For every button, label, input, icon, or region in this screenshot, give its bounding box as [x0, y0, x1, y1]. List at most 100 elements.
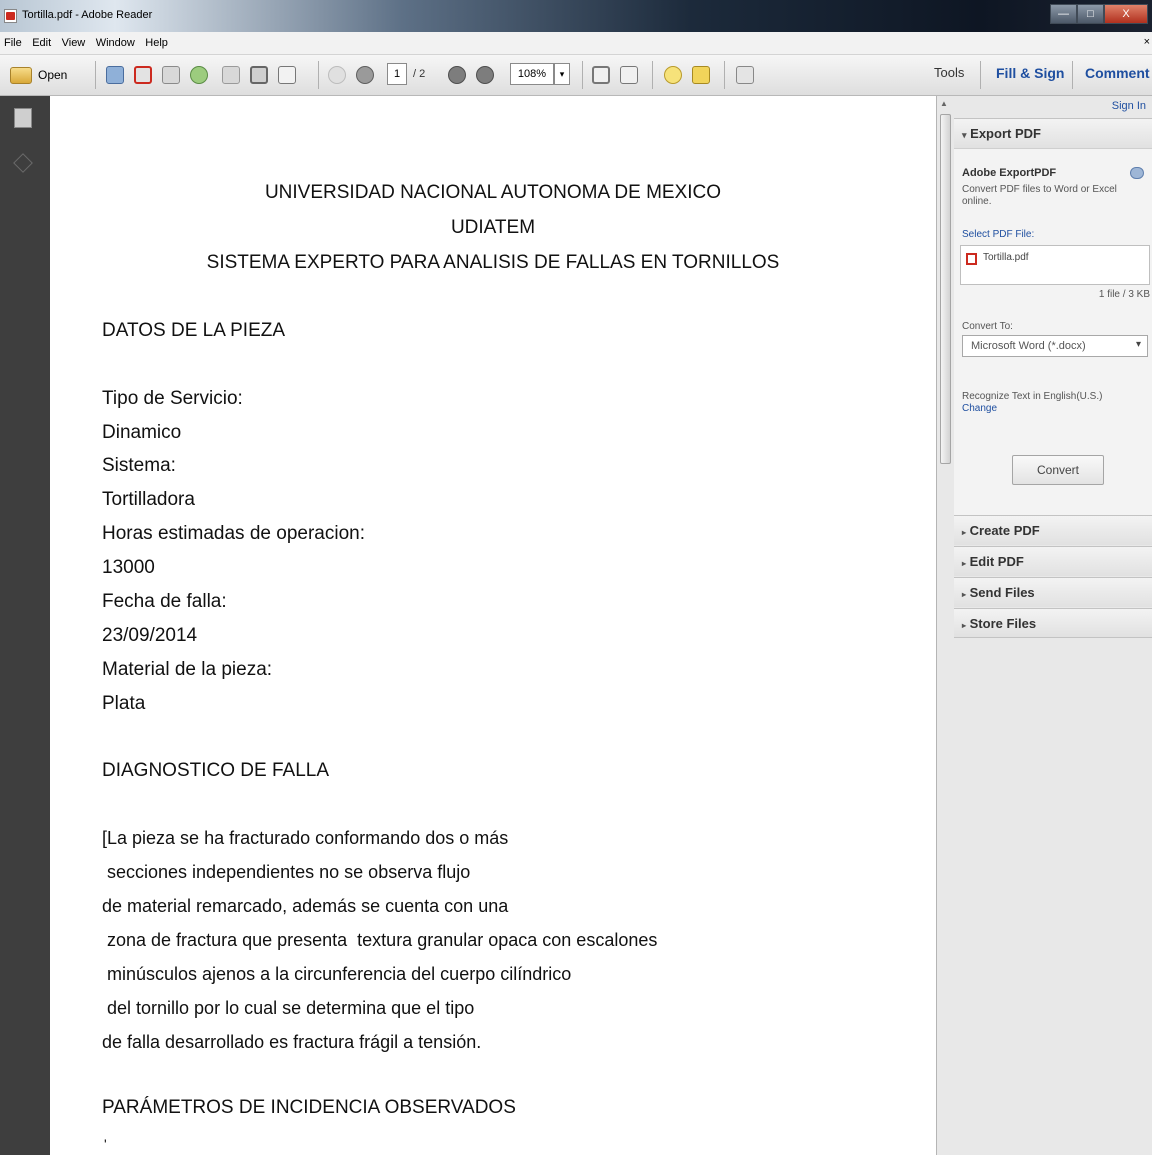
window-title: Tortilla.pdf - Adobe Reader	[22, 9, 153, 21]
save-icon	[222, 66, 240, 84]
minimize-button[interactable]: —	[1050, 4, 1077, 24]
folder-icon	[10, 66, 32, 84]
envelope-icon	[278, 66, 296, 84]
page-number-input[interactable]: 1	[387, 63, 407, 85]
maximize-button[interactable]: □	[1077, 4, 1104, 24]
attachment-icon[interactable]	[13, 153, 33, 173]
field-value: Plata	[102, 693, 146, 714]
toolbar-separator	[318, 61, 319, 89]
zoom-out-button[interactable]	[448, 64, 466, 86]
fit-width-button[interactable]	[620, 64, 638, 86]
field-label: Material de la pieza:	[102, 659, 273, 680]
fill-sign-tab[interactable]: Fill & Sign	[996, 65, 1064, 81]
printer-icon	[250, 66, 268, 84]
fit-page-button[interactable]	[592, 64, 610, 86]
toolbar-separator	[652, 61, 653, 89]
info-icon[interactable]	[1130, 167, 1144, 179]
next-page-button[interactable]	[356, 64, 374, 86]
toolbar-separator	[95, 61, 96, 89]
pdf-file-icon	[134, 66, 152, 84]
acrobat-pdf-button[interactable]	[134, 64, 152, 86]
menu-file[interactable]: File	[1, 32, 25, 49]
highlight-button[interactable]	[692, 64, 710, 86]
trailing-mark: '	[104, 1136, 107, 1152]
store-files-section[interactable]: ▸ Store Files	[954, 608, 1152, 638]
field-label: Tipo de Servicio:	[102, 388, 243, 409]
toolbar: Open 1 / 2 108% ▾ Tools Fill & Sign Comm…	[0, 55, 1152, 96]
save-button[interactable]	[222, 64, 240, 86]
create-pdf-icon	[106, 66, 124, 84]
share-icon	[190, 66, 208, 84]
export-description: Convert PDF files to Word or Excel onlin…	[962, 184, 1117, 207]
open-label: Open	[38, 68, 68, 82]
zoom-input[interactable]: 108%	[510, 63, 554, 85]
share-button[interactable]	[190, 64, 208, 86]
collapsed-triangle-icon: ▸	[962, 528, 967, 537]
convert-button[interactable]: Convert	[1012, 455, 1104, 485]
window-controls: — □ X	[1050, 4, 1148, 24]
zoom-dropdown-button[interactable]: ▾	[554, 63, 570, 85]
edit-doc-button[interactable]	[162, 64, 180, 86]
export-pdf-section-header[interactable]: ▾ Export PDF	[954, 118, 1152, 148]
field-value: 13000	[102, 557, 155, 578]
convert-format-value: Microsoft Word (*.docx)	[971, 340, 1086, 352]
email-button[interactable]	[278, 64, 296, 86]
section-title-diagnosis: DIAGNOSTICO DE FALLA	[102, 760, 329, 781]
selected-file-name: Tortilla.pdf	[983, 252, 1029, 263]
field-label: Horas estimadas de operacion:	[102, 523, 365, 544]
edit-pdf-title: Edit PDF	[969, 554, 1024, 569]
scroll-up-arrow-icon[interactable]: ▲	[940, 99, 948, 108]
toolbar-separator	[582, 61, 583, 89]
close-button[interactable]: X	[1104, 4, 1148, 24]
full-screen-button[interactable]	[736, 64, 754, 86]
diagnosis-line: del tornillo por lo cual se determina qu…	[102, 998, 475, 1018]
sticky-note-button[interactable]	[664, 64, 682, 86]
open-button[interactable]: Open	[10, 64, 67, 86]
page-thumbnails-icon[interactable]	[14, 108, 32, 128]
export-pdf-body: Adobe ExportPDF Convert PDF files to Wor…	[954, 148, 1152, 515]
edit-pdf-section[interactable]: ▸ Edit PDF	[954, 546, 1152, 576]
diagnosis-line: minúsculos ajenos a la circunferencia de…	[102, 964, 572, 984]
menu-edit[interactable]: Edit	[29, 32, 54, 49]
header-university: UNIVERSIDAD NACIONAL AUTONOMA DE MEXICO	[264, 182, 722, 203]
recognize-text-label: Recognize Text in English(U.S.)	[962, 391, 1103, 402]
chevron-down-icon: ▾	[1135, 339, 1141, 350]
convert-format-select[interactable]: Microsoft Word (*.docx) ▾	[962, 335, 1148, 357]
arrow-down-icon	[356, 66, 374, 84]
comment-tab[interactable]: Comment	[1085, 65, 1150, 81]
tools-tab[interactable]: Tools	[934, 65, 964, 80]
scrollbar-thumb[interactable]	[940, 114, 951, 464]
title-bar: Tortilla.pdf - Adobe Reader — □ X	[0, 0, 1152, 32]
collapsed-triangle-icon: ▸	[962, 621, 967, 630]
diagnosis-line: secciones independientes no se observa f…	[102, 862, 471, 882]
close-document-icon[interactable]: ×	[1144, 36, 1150, 48]
highlighter-icon	[692, 66, 710, 84]
collapsed-triangle-icon: ▸	[962, 559, 967, 568]
create-pdf-button[interactable]	[106, 64, 124, 86]
create-pdf-title: Create PDF	[969, 523, 1040, 538]
sign-in-link[interactable]: Sign In	[1112, 100, 1146, 112]
diagnosis-line: zona de fractura que presenta textura gr…	[102, 930, 658, 950]
diagnosis-line: [La pieza se ha fracturado conformando d…	[102, 828, 509, 848]
previous-page-button[interactable]	[328, 64, 346, 86]
select-file-label: Select PDF File:	[962, 229, 1035, 240]
print-button[interactable]	[250, 64, 268, 86]
comment-bubble-icon	[664, 66, 682, 84]
change-language-link[interactable]: Change	[962, 403, 997, 414]
edit-document-icon	[162, 66, 180, 84]
zoom-out-icon	[448, 66, 466, 84]
menu-window[interactable]: Window	[93, 32, 138, 49]
field-value: Tortilladora	[102, 489, 195, 510]
section-title-part-data: DATOS DE LA PIEZA	[102, 320, 286, 341]
section-title-parameters: PARÁMETROS DE INCIDENCIA OBSERVADOS	[102, 1097, 516, 1118]
send-files-section[interactable]: ▸ Send Files	[954, 577, 1152, 607]
store-files-title: Store Files	[969, 616, 1037, 631]
field-label: Fecha de falla:	[102, 591, 227, 612]
menu-help[interactable]: Help	[142, 32, 171, 49]
menu-view[interactable]: View	[59, 32, 89, 49]
create-pdf-section[interactable]: ▸ Create PDF	[954, 515, 1152, 545]
zoom-in-button[interactable]	[476, 64, 494, 86]
selected-file-box[interactable]: Tortilla.pdf	[960, 245, 1150, 285]
expand-icon	[736, 66, 754, 84]
vertical-scrollbar[interactable]: ▲	[936, 96, 954, 1155]
